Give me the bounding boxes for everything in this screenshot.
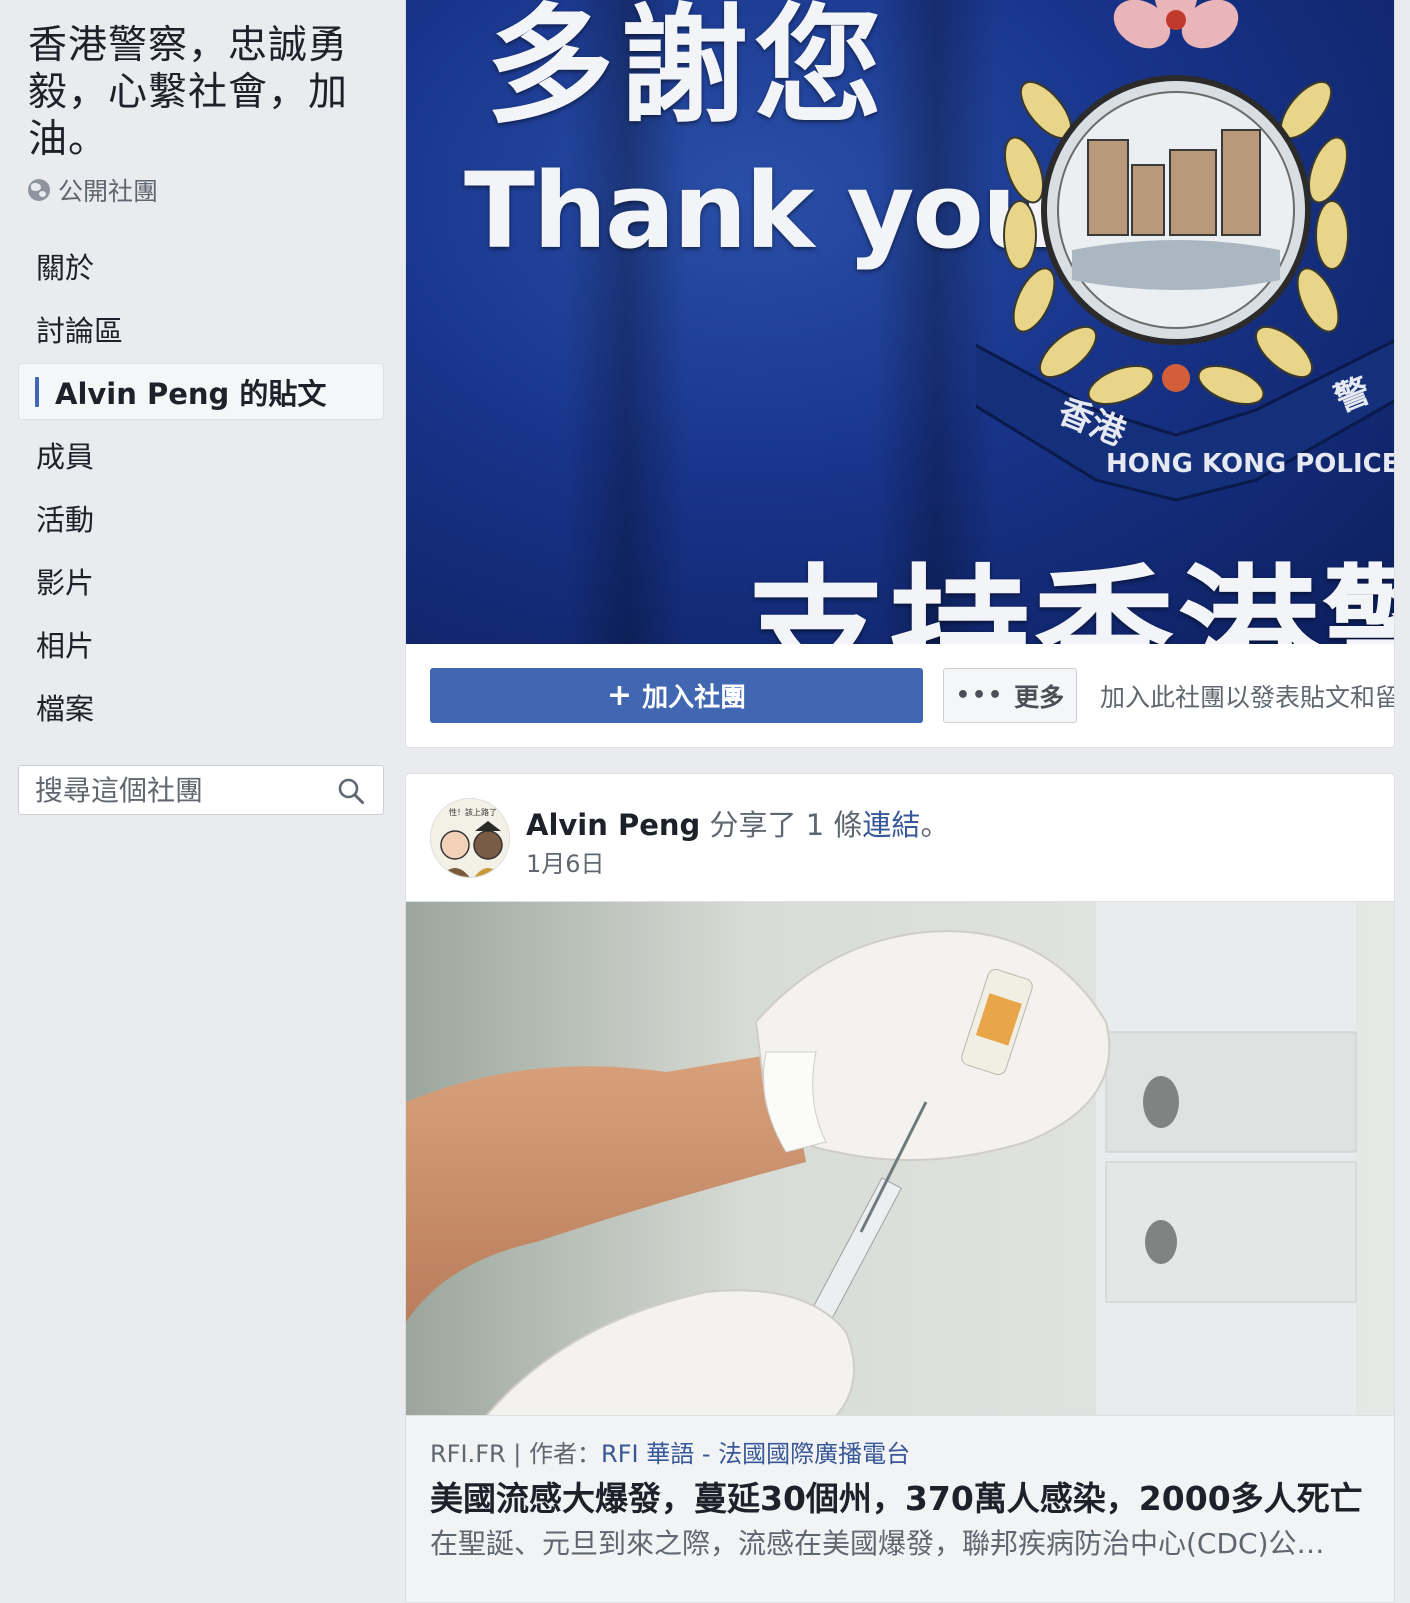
globe-icon (28, 179, 50, 201)
nav-item-about[interactable]: 關於 (18, 237, 384, 294)
nav-item-label: 成員 (36, 439, 95, 474)
link-title[interactable]: 美國流感大爆發，蔓延30個州，370萬人感染，2000多人死亡 (430, 1472, 1363, 1520)
nav-item-files[interactable]: 檔案 (18, 678, 384, 735)
more-dots-icon: ••• (955, 682, 1005, 708)
emblem-banner-center: HONG KONG POLICE (1106, 449, 1395, 479)
join-hint-text: 加入此社團以發表貼文和留言。 (1100, 683, 1394, 712)
plus-icon: + (606, 677, 633, 713)
search-input[interactable] (19, 772, 327, 808)
link-source: RFI.FR | 作者：RFI 華語 - 法國國際廣播電台 (430, 1434, 910, 1469)
group-title[interactable]: 香港警察，忠誠勇毅，心繫社會，加油。 (28, 22, 378, 163)
link-preview[interactable]: RFI.FR | 作者：RFI 華語 - 法國國際廣播電台 美國流感大爆發，蔓延… (406, 1415, 1394, 1602)
nav-item-label: Alvin Peng 的貼文 (55, 376, 327, 411)
link-domain: RFI.FR (430, 1440, 506, 1468)
more-button-label: 更多 (1014, 682, 1065, 712)
link-source-name[interactable]: RFI 華語 - 法國國際廣播電台 (601, 1440, 910, 1468)
nav-item-user-posts[interactable]: Alvin Peng 的貼文 (18, 363, 384, 420)
nav-item-label: 相片 (36, 628, 95, 663)
police-emblem-icon: 香港 HONG KONG POLICE 警 (976, 0, 1395, 502)
more-button[interactable]: ••• 更多 (943, 668, 1077, 723)
nav-item-videos[interactable]: 影片 (18, 552, 384, 609)
cover-photo[interactable]: 多謝您 Thank you 支持香港警 香港 HONG KONG POLICE … (406, 0, 1395, 644)
cover-text-thanks: Thank you (464, 150, 1056, 272)
nav-item-label: 討論區 (36, 313, 124, 348)
link-description: 在聖誕、元旦到來之際，流感在美國爆發，聯邦疾病防治中心(CDC)公佈... (430, 1527, 1350, 1560)
post-link-word[interactable]: 連結 (862, 808, 920, 842)
nav-item-events[interactable]: 活動 (18, 489, 384, 546)
nav-item-photos[interactable]: 相片 (18, 615, 384, 672)
nav-item-label: 活動 (36, 502, 95, 537)
avatar[interactable]: 性！該上路了 (430, 798, 510, 878)
cover-text-top: 多謝您 (486, 0, 889, 141)
join-button-label: 加入社團 (642, 683, 747, 713)
post-header: Alvin Peng 分享了 1 條連結。 (526, 802, 949, 844)
nav-item-label: 檔案 (36, 691, 95, 726)
privacy-label: 公開社團 (28, 172, 158, 208)
vaccine-photo-icon (406, 902, 1394, 1416)
nav-item-members[interactable]: 成員 (18, 426, 384, 483)
group-main: 多謝您 Thank you 支持香港警 香港 HONG KONG POLICE … (405, 0, 1410, 1603)
group-search (18, 765, 384, 815)
nav-item-label: 關於 (36, 250, 95, 285)
nav-item-label: 影片 (36, 565, 95, 600)
privacy-text: 公開社團 (58, 177, 159, 206)
avatar-caption: 性！該上路了 (449, 807, 497, 817)
post-action-text: 分享了 1 條 (700, 808, 863, 842)
link-author-prefix: | 作者： (505, 1440, 602, 1468)
avatar-illustration-icon: 性！該上路了 (431, 799, 509, 877)
post-card: 性！該上路了 Alvin Peng 分享了 1 條連結。 1月6日 RFI.FR… (405, 773, 1395, 1603)
join-group-button[interactable]: + 加入社團 (430, 668, 923, 723)
group-nav: 關於 討論區 Alvin Peng 的貼文 成員 活動 影片 相片 檔案 (18, 237, 384, 741)
active-indicator (35, 376, 39, 407)
group-sidebar: 香港警察，忠誠勇毅，心繫社會，加油。 公開社團 關於 討論區 Alvin Pen… (0, 0, 405, 1592)
post-author-link[interactable]: Alvin Peng (526, 808, 700, 842)
group-actions: + 加入社團 ••• 更多 加入此社團以發表貼文和留言。 (406, 644, 1394, 747)
post-timestamp[interactable]: 1月6日 (526, 844, 605, 879)
nav-item-discussion[interactable]: 討論區 (18, 300, 384, 357)
post-end-punct: 。 (920, 808, 950, 842)
post-link-image[interactable] (406, 901, 1394, 1416)
search-icon[interactable] (337, 777, 365, 805)
cover-card: 多謝您 Thank you 支持香港警 香港 HONG KONG POLICE … (405, 0, 1395, 748)
